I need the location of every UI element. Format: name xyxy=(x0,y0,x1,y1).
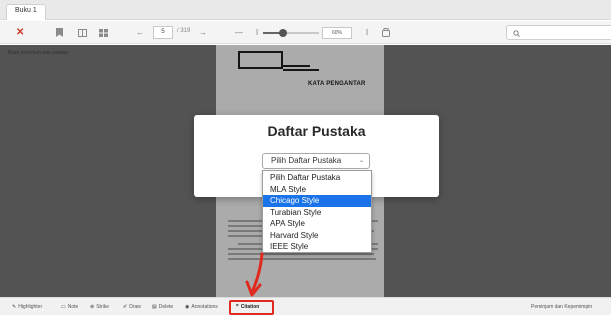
draw-button[interactable]: ✐ Draw xyxy=(123,304,141,310)
strike-button[interactable]: ⊕ Strike xyxy=(90,304,109,310)
draw-icon: ✐ xyxy=(123,304,128,310)
citation-highlight-box xyxy=(229,300,274,315)
zoom-slider-handle[interactable] xyxy=(278,29,287,37)
option-mla[interactable]: MLA Style xyxy=(263,184,371,196)
annotations-button[interactable]: ◉ Annotations xyxy=(185,304,218,310)
previous-page-icon[interactable]: ← xyxy=(136,26,144,39)
note-label: Note xyxy=(67,304,79,310)
option-turabian[interactable]: Turabian Style xyxy=(263,207,371,219)
zoom-slider[interactable] xyxy=(263,29,319,37)
zoom-in-icon[interactable]: ǀ xyxy=(256,26,258,39)
tab-strip: Buku 1 xyxy=(0,0,611,20)
option-chicago[interactable]: Chicago Style xyxy=(263,195,371,207)
note-button[interactable]: ▭ Note xyxy=(61,304,78,310)
strike-label: Strike xyxy=(96,304,109,310)
option-ieee[interactable]: IEEE Style xyxy=(263,241,371,253)
print-icon[interactable] xyxy=(382,26,390,39)
note-icon: ▭ xyxy=(61,304,66,310)
bookmark-icon[interactable] xyxy=(56,26,63,39)
highlighter-label: Highlighter xyxy=(18,304,43,310)
page-total: / 319 xyxy=(177,28,191,34)
page-number-input[interactable]: 5 xyxy=(153,26,173,39)
annotations-label: Annotations xyxy=(191,304,218,310)
chevron-down-icon: ⌄ xyxy=(358,158,364,164)
select-value: Pilih Daftar Pustaka xyxy=(271,156,342,165)
next-page-icon[interactable]: → xyxy=(199,26,207,39)
eye-icon: ◉ xyxy=(185,304,190,310)
red-arrow-icon xyxy=(245,252,264,297)
highlighter-button[interactable]: ✎ Highlighter xyxy=(12,304,42,310)
close-icon[interactable]: ✕ xyxy=(16,26,24,39)
search-icon xyxy=(513,27,520,40)
top-toolbar: ✕ ← 5 / 319 → — ǀ 60% ǀ xyxy=(0,21,611,44)
trash-icon: ▤ xyxy=(152,304,157,310)
draw-label: Draw xyxy=(129,304,141,310)
citation-style-select[interactable]: Pilih Daftar Pustaka ⌄ xyxy=(262,153,370,169)
option-harvard[interactable]: Harvard Style xyxy=(263,230,371,242)
fit-width-icon[interactable]: ǀ xyxy=(366,26,368,39)
delete-label: Delete xyxy=(158,304,174,310)
search-input[interactable] xyxy=(506,25,611,40)
tab-buku-1[interactable]: Buku 1 xyxy=(6,4,46,20)
delete-button[interactable]: ▤ Delete xyxy=(152,304,173,310)
bottom-toolbar: ✎ Highlighter ▭ Note ⊕ Strike ✐ Draw ▤ Delete… xyxy=(0,297,611,315)
grid-view-icon[interactable] xyxy=(99,26,108,39)
option-default[interactable]: Pilih Daftar Pustaka xyxy=(263,172,371,184)
borrower-info-link[interactable]: Peminjam dan Kepemimpin xyxy=(531,304,592,310)
single-page-icon[interactable] xyxy=(78,26,87,39)
pencil-icon: ✎ xyxy=(12,304,17,310)
dialog-title: Daftar Pustaka xyxy=(267,123,366,139)
strike-icon: ⊕ xyxy=(90,304,95,310)
zoom-level-field[interactable]: 60% xyxy=(322,27,352,39)
citation-style-dropdown: Pilih Daftar Pustaka MLA Style Chicago S… xyxy=(262,170,372,253)
zoom-out-icon[interactable]: — xyxy=(235,26,243,39)
option-apa[interactable]: APA Style xyxy=(263,218,371,230)
